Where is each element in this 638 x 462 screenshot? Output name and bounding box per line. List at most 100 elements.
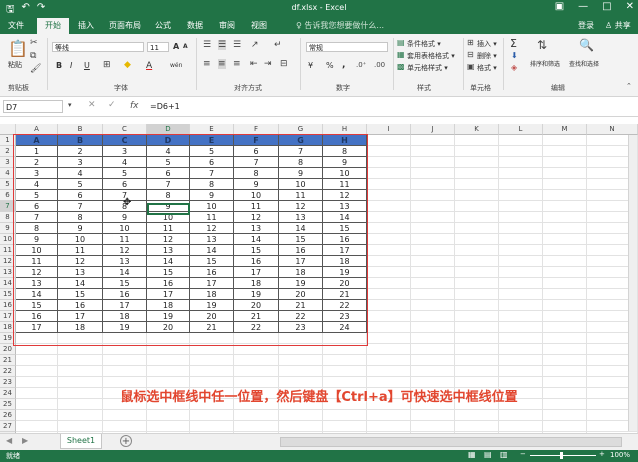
grid-cell[interactable]: 8 — [234, 168, 279, 179]
tell-me-box[interactable]: ♀ 告诉我您想要做什么... — [296, 20, 384, 31]
grid-cell[interactable] — [455, 289, 499, 300]
zoom-slider[interactable] — [530, 455, 596, 456]
grid-cell[interactable]: G — [279, 135, 323, 146]
grid-cell[interactable]: 11 — [103, 234, 147, 245]
grid-cell[interactable] — [367, 289, 411, 300]
grid-cell[interactable] — [234, 344, 279, 355]
grid-cell[interactable]: 17 — [323, 245, 367, 256]
grid-cell[interactable]: 14 — [103, 267, 147, 278]
grid-cell[interactable]: 6 — [58, 190, 103, 201]
grid-cell[interactable]: 20 — [323, 278, 367, 289]
grid-cell[interactable] — [323, 344, 367, 355]
grid-cell[interactable] — [367, 201, 411, 212]
grid-cell[interactable] — [367, 355, 411, 366]
row-header[interactable]: 19 — [0, 333, 16, 344]
grid-cell[interactable] — [323, 333, 367, 344]
grid-cell[interactable]: 15 — [147, 267, 190, 278]
grid-cell[interactable] — [103, 410, 147, 421]
page-break-view-icon[interactable]: ▥ — [500, 450, 508, 459]
grid-cell[interactable]: 11 — [58, 245, 103, 256]
grid-cell[interactable]: 5 — [58, 179, 103, 190]
grid-cell[interactable]: 13 — [190, 234, 234, 245]
grid-cell[interactable] — [411, 135, 455, 146]
grid-cell[interactable]: 23 — [323, 311, 367, 322]
grid-cell[interactable]: 14 — [16, 289, 58, 300]
grid-cell[interactable] — [499, 179, 543, 190]
row-header[interactable]: 8 — [0, 212, 16, 223]
indent-increase-icon[interactable]: ⇥ — [264, 59, 272, 69]
number-format-combo[interactable]: 常规 — [306, 42, 388, 52]
grid-cell[interactable]: D — [147, 135, 190, 146]
tab-formulas[interactable]: 公式 — [155, 20, 171, 31]
grid-cell[interactable]: 11 — [16, 256, 58, 267]
grid-cell[interactable] — [499, 146, 543, 157]
grid-cell[interactable] — [58, 366, 103, 377]
grid-cell[interactable]: 2 — [58, 146, 103, 157]
grid-cell[interactable] — [367, 300, 411, 311]
grid-cell[interactable]: 20 — [234, 300, 279, 311]
grid-cell[interactable] — [543, 234, 587, 245]
indent-decrease-icon[interactable]: ⇤ — [250, 59, 258, 69]
add-sheet-button[interactable]: + — [120, 435, 132, 447]
insert-function-icon[interactable]: fx — [130, 101, 139, 111]
grid-cell[interactable] — [499, 201, 543, 212]
copy-icon[interactable]: ⧉ — [30, 51, 36, 61]
grid-cell[interactable] — [411, 278, 455, 289]
grid-cell[interactable] — [411, 190, 455, 201]
grid-cell[interactable]: 7 — [16, 212, 58, 223]
grid-cell[interactable] — [411, 333, 455, 344]
grid-cell[interactable]: 2 — [16, 157, 58, 168]
sheet-tab-sheet1[interactable]: Sheet1 — [60, 434, 102, 449]
grid-cell[interactable] — [499, 421, 543, 432]
grid-cell[interactable] — [455, 300, 499, 311]
grid-cell[interactable] — [103, 366, 147, 377]
grid-cell[interactable]: 11 — [323, 179, 367, 190]
grid-cell[interactable]: 22 — [279, 311, 323, 322]
grid-cell[interactable]: 12 — [323, 190, 367, 201]
bold-button[interactable]: B — [56, 61, 62, 70]
grid-cell[interactable] — [58, 410, 103, 421]
grid-cell[interactable] — [411, 201, 455, 212]
row-header[interactable]: 5 — [0, 179, 16, 190]
grid-cell[interactable]: 19 — [103, 322, 147, 333]
grid-cell[interactable] — [543, 190, 587, 201]
grid-cell[interactable] — [499, 135, 543, 146]
grid-cell[interactable]: 16 — [103, 289, 147, 300]
grid-cell[interactable] — [543, 245, 587, 256]
row-header[interactable]: 20 — [0, 344, 16, 355]
grid-cell[interactable] — [455, 421, 499, 432]
grid-cell[interactable] — [16, 410, 58, 421]
grid-cell[interactable] — [367, 245, 411, 256]
grid-cell[interactable]: 21 — [234, 311, 279, 322]
grid-cell[interactable] — [499, 223, 543, 234]
grid-cell[interactable] — [411, 223, 455, 234]
grid-cell[interactable] — [367, 256, 411, 267]
grid-cell[interactable]: 3 — [103, 146, 147, 157]
grid-cell[interactable] — [455, 256, 499, 267]
column-header[interactable]: N — [587, 124, 638, 135]
grid-cell[interactable]: 14 — [190, 245, 234, 256]
grid-cell[interactable] — [455, 311, 499, 322]
row-header[interactable]: 6 — [0, 190, 16, 201]
grid-cell[interactable] — [367, 135, 411, 146]
grid-cell[interactable] — [499, 366, 543, 377]
grid-cell[interactable] — [279, 366, 323, 377]
grid-cell[interactable]: 7 — [58, 201, 103, 212]
tab-review[interactable]: 审阅 — [219, 20, 235, 31]
grid-cell[interactable] — [279, 421, 323, 432]
grid-cell[interactable]: 15 — [279, 234, 323, 245]
grid-cell[interactable] — [58, 344, 103, 355]
grid-cell[interactable]: 15 — [103, 278, 147, 289]
format-cells-button[interactable]: 格式 ▾ — [477, 63, 497, 73]
grid-cell[interactable] — [455, 201, 499, 212]
grid-cell[interactable]: 21 — [190, 322, 234, 333]
grid-cell[interactable]: 3 — [58, 157, 103, 168]
align-top-icon[interactable]: ☰ — [203, 40, 211, 50]
grid-cell[interactable] — [499, 410, 543, 421]
grid-cell[interactable]: 22 — [234, 322, 279, 333]
grid-cell[interactable] — [58, 421, 103, 432]
tab-file[interactable]: 文件 — [8, 20, 24, 31]
grid-cell[interactable] — [499, 168, 543, 179]
grid-cell[interactable]: 17 — [147, 289, 190, 300]
orientation-icon[interactable]: ↗ — [251, 40, 259, 50]
